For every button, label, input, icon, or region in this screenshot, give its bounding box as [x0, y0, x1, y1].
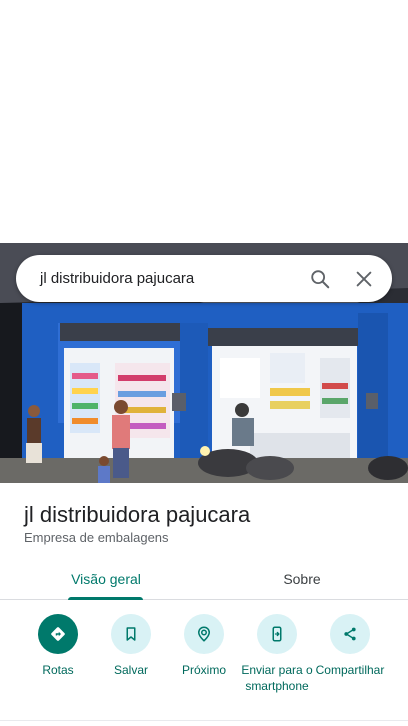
- directions-button[interactable]: Rotas: [20, 614, 96, 678]
- tab-selected-indicator: [68, 597, 143, 600]
- share-button[interactable]: Compartilhar: [312, 614, 388, 678]
- save-button[interactable]: Salvar: [93, 614, 169, 678]
- tab-about[interactable]: Sobre: [240, 558, 364, 600]
- action-buttons: Rotas Salvar Próximo Enviar para o smart…: [0, 614, 408, 714]
- place-title: jl distribuidora pajucara: [24, 502, 251, 527]
- share-icon: [330, 614, 370, 654]
- nearby-button[interactable]: Próximo: [166, 614, 242, 678]
- nearby-icon: [184, 614, 224, 654]
- nearby-label: Próximo: [181, 663, 226, 677]
- directions-label: Rotas: [42, 663, 74, 677]
- close-icon[interactable]: [342, 255, 386, 302]
- blank-top-area: [0, 0, 408, 243]
- place-info-panel: jl distribuidora pajucara Empresa de emb…: [0, 483, 408, 726]
- tab-bar: Visão geral Sobre: [0, 558, 408, 600]
- search-icon[interactable]: [298, 255, 342, 302]
- divider: [0, 720, 408, 721]
- directions-icon: [38, 614, 78, 654]
- place-category: Empresa de embalagens: [24, 530, 169, 545]
- search-input[interactable]: jl distribuidora pajucara: [16, 270, 298, 287]
- search-icon-glyph: [311, 269, 330, 288]
- save-label: Salvar: [113, 663, 148, 677]
- send-to-phone-button[interactable]: Enviar para o smartphone: [239, 614, 315, 694]
- bookmark-icon: [111, 614, 151, 654]
- share-label: Compartilhar: [315, 663, 385, 677]
- tab-overview[interactable]: Visão geral: [44, 558, 168, 600]
- send-to-phone-label: Enviar para o smartphone: [241, 663, 313, 693]
- search-bar[interactable]: jl distribuidora pajucara: [16, 255, 392, 302]
- send-to-phone-icon: [257, 614, 297, 654]
- close-icon-glyph: [356, 271, 372, 286]
